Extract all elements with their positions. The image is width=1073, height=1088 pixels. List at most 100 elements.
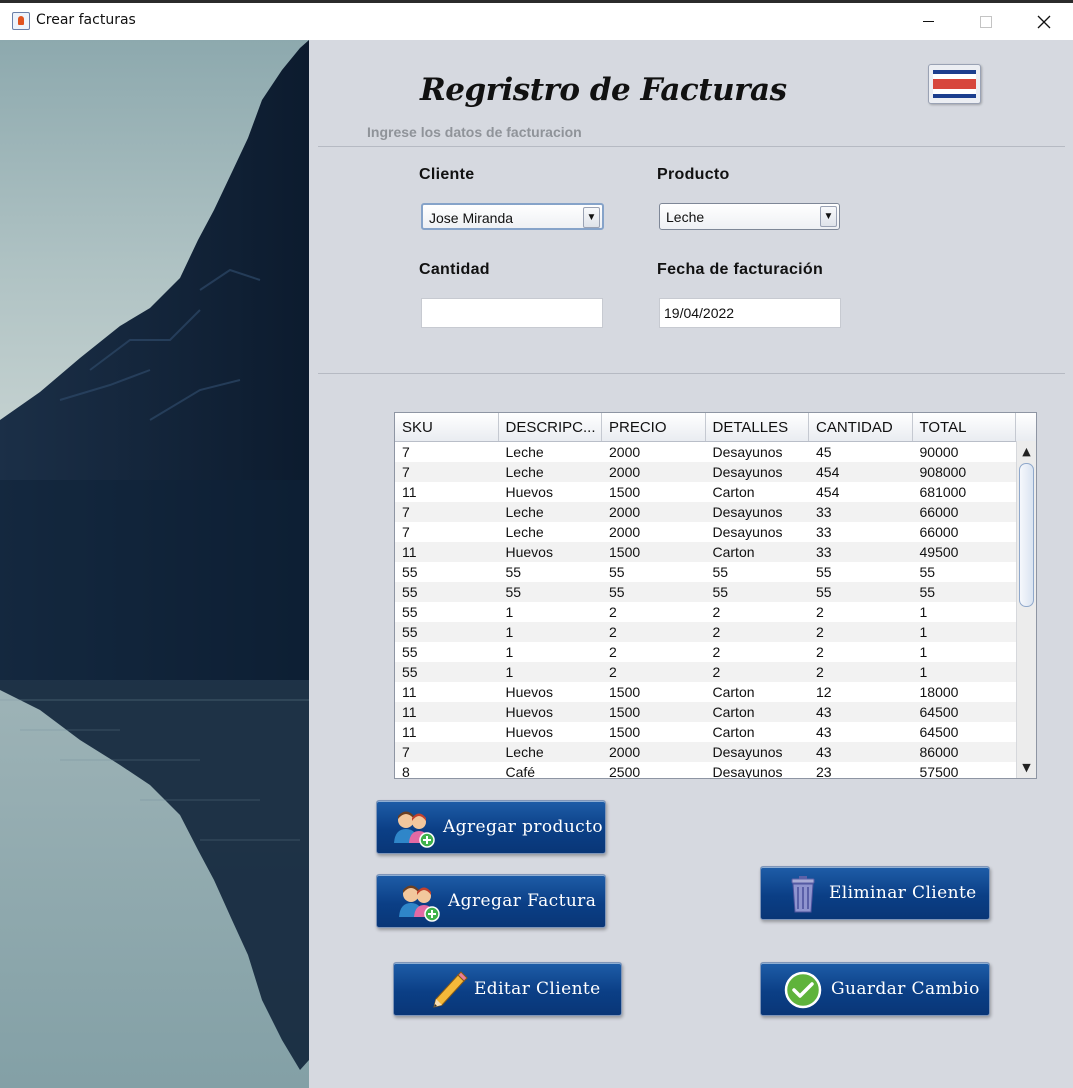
- table-row[interactable]: 55 1 2 2 2 1: [395, 662, 1017, 682]
- table-cell: 55: [402, 624, 418, 640]
- table-cell: 64500: [919, 724, 959, 740]
- table-row[interactable]: 55 1 2 2 2 1: [395, 642, 1017, 662]
- column-header[interactable]: PRECIO: [602, 413, 706, 441]
- minimize-button[interactable]: [899, 3, 957, 40]
- facturas-table[interactable]: SKU DESCRIPC... PRECIO DETALLES CANTIDAD TOTA…: [394, 412, 1037, 779]
- fecha-label: Fecha de facturación: [657, 261, 824, 278]
- table-cell: Café: [505, 764, 536, 779]
- header-filler: [1016, 413, 1036, 441]
- table-cell: Carton: [712, 484, 755, 500]
- table-row[interactable]: 7 Leche 2000 Desayunos 43 86000: [395, 742, 1017, 762]
- table-cell: 2000: [609, 464, 641, 480]
- table-cell: Carton: [712, 704, 755, 720]
- table-cell: 12: [816, 684, 832, 700]
- column-header[interactable]: TOTAL: [913, 413, 1016, 441]
- cantidad-input[interactable]: [421, 298, 603, 328]
- table-cell: Leche: [505, 504, 544, 520]
- table-cell: 1: [505, 644, 514, 660]
- column-header[interactable]: CANTIDAD: [809, 413, 913, 441]
- table-cell: 2: [712, 644, 721, 660]
- table-cell: 11: [402, 544, 417, 560]
- table-row[interactable]: 7 Leche 2000 Desayunos 45 90000: [395, 442, 1017, 462]
- table-cell: 55: [609, 584, 625, 600]
- table-row[interactable]: 11 Huevos 1500 Carton 43 64500: [395, 722, 1017, 742]
- agregar-producto-button[interactable]: Agregar producto: [376, 800, 606, 854]
- eliminar-cliente-button[interactable]: Eliminar Cliente: [760, 866, 990, 920]
- window-title: Crear facturas: [36, 12, 136, 28]
- agregar-factura-button[interactable]: Agregar Factura: [376, 874, 606, 928]
- table-cell: 18000: [919, 684, 959, 700]
- table-cell: 11: [402, 484, 417, 500]
- table-row[interactable]: 7 Leche 2000 Desayunos 33 66000: [395, 522, 1017, 542]
- editar-cliente-button[interactable]: Editar Cliente: [393, 962, 622, 1016]
- guardar-cambio-button[interactable]: Guardar Cambio: [760, 962, 990, 1016]
- cliente-select[interactable]: Jose Miranda ▼: [421, 203, 604, 230]
- table-cell: Leche: [505, 464, 544, 480]
- table-cell: 2: [609, 624, 617, 640]
- table-cell: 1500: [609, 724, 641, 740]
- java-app-icon: [12, 12, 30, 30]
- table-row[interactable]: 55 55 55 55 55 55: [395, 582, 1017, 602]
- table-row[interactable]: 55 55 55 55 55 55: [395, 562, 1017, 582]
- column-header[interactable]: DESCRIPC...: [499, 413, 602, 441]
- column-header[interactable]: DETALLES: [706, 413, 809, 441]
- table-cell: Carton: [712, 724, 755, 740]
- column-header[interactable]: SKU: [395, 413, 499, 441]
- table-cell: 2: [609, 664, 617, 680]
- table-row[interactable]: 11 Huevos 1500 Carton 454 681000: [395, 482, 1017, 502]
- table-cell: 1500: [609, 484, 641, 500]
- table-scrollbar[interactable]: ▲ ▼: [1016, 441, 1036, 778]
- table-cell: 2: [712, 604, 721, 620]
- producto-select[interactable]: Leche ▼: [659, 203, 840, 230]
- table-row[interactable]: 11 Huevos 1500 Carton 12 18000: [395, 682, 1017, 702]
- table-cell: 7: [402, 504, 410, 520]
- table-cell: 55: [402, 664, 418, 680]
- table-row[interactable]: 11 Huevos 1500 Carton 43 64500: [395, 702, 1017, 722]
- table-cell: 1: [505, 664, 514, 680]
- table-row[interactable]: 7 Leche 2000 Desayunos 33 66000: [395, 502, 1017, 522]
- table-cell: Desayunos: [712, 444, 783, 460]
- pencil-icon: [433, 971, 468, 1008]
- table-row[interactable]: 8 Café 2500 Desayunos 23 57500: [395, 762, 1017, 779]
- producto-label: Producto: [657, 166, 730, 183]
- table-cell: 43: [816, 724, 832, 740]
- close-button[interactable]: [1015, 3, 1073, 40]
- table-cell: 86000: [919, 744, 959, 760]
- scroll-thumb[interactable]: [1019, 463, 1034, 607]
- eliminar-cliente-label: Eliminar Cliente: [829, 883, 977, 903]
- table-body[interactable]: 7 Leche 2000 Desayunos 45 90000 7 Leche 2000 Desa…: [395, 442, 1017, 779]
- chevron-down-icon[interactable]: ▼: [583, 207, 600, 228]
- table-cell: 2: [712, 624, 721, 640]
- table-cell: 55: [505, 584, 522, 600]
- agregar-factura-label: Agregar Factura: [448, 891, 597, 911]
- chevron-down-icon[interactable]: ▼: [820, 206, 837, 227]
- producto-select-value: Leche: [666, 209, 705, 225]
- close-icon: [1037, 15, 1051, 28]
- fecha-input[interactable]: [659, 298, 841, 328]
- scroll-down-icon[interactable]: ▼: [1017, 759, 1036, 776]
- table-cell: 90000: [919, 444, 959, 460]
- table-cell: 45: [816, 444, 832, 460]
- costa-rica-flag-icon[interactable]: [928, 64, 981, 104]
- table-cell: Huevos: [505, 684, 553, 700]
- table-cell: 1500: [609, 684, 641, 700]
- table-cell: Desayunos: [712, 504, 783, 520]
- table-cell: 1: [919, 604, 928, 620]
- table-cell: 33: [816, 524, 832, 540]
- minimize-icon: [922, 21, 934, 22]
- header-divider: [318, 146, 1065, 147]
- table-cell: 7: [402, 444, 410, 460]
- table-row[interactable]: 7 Leche 2000 Desayunos 454 908000: [395, 462, 1017, 482]
- table-cell: 55: [505, 564, 522, 580]
- table-row[interactable]: 55 1 2 2 2 1: [395, 622, 1017, 642]
- table-row[interactable]: 11 Huevos 1500 Carton 33 49500: [395, 542, 1017, 562]
- scroll-up-icon[interactable]: ▲: [1017, 443, 1036, 460]
- table-cell: 11: [402, 724, 417, 740]
- table-cell: 33: [816, 504, 832, 520]
- table-cell: 66000: [919, 504, 959, 520]
- table-row[interactable]: 55 1 2 2 2 1: [395, 602, 1017, 622]
- table-cell: 2: [712, 664, 721, 680]
- maximize-button[interactable]: [957, 3, 1015, 40]
- table-cell: 1: [505, 624, 514, 640]
- table-cell: 7: [402, 464, 410, 480]
